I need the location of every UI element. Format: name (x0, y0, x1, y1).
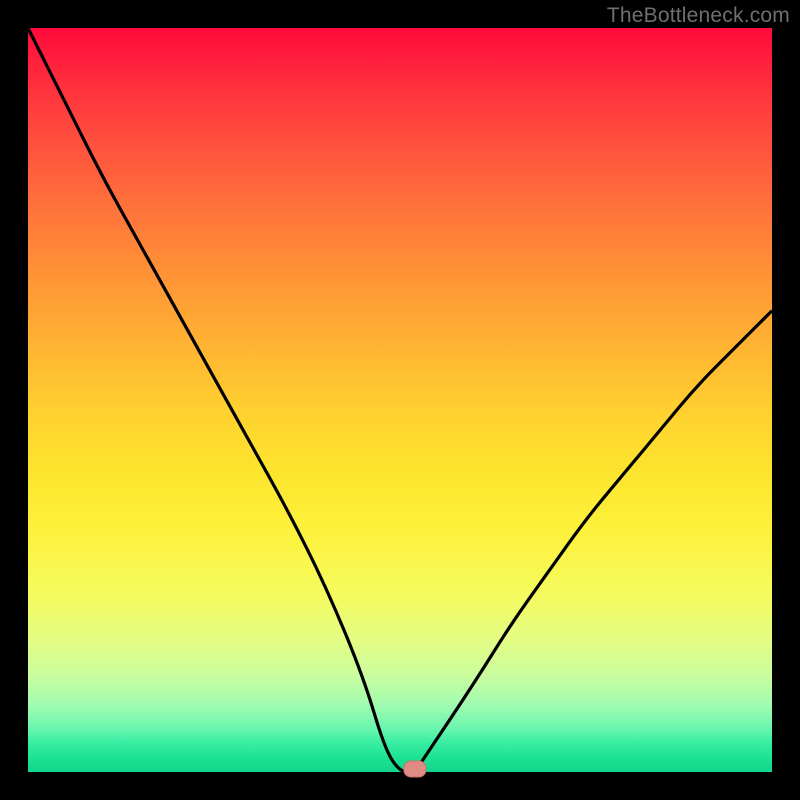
watermark-text: TheBottleneck.com (607, 4, 790, 28)
chart-frame: TheBottleneck.com (0, 0, 800, 800)
plot-area (28, 28, 772, 772)
optimum-marker (404, 761, 426, 777)
chart-svg (28, 28, 772, 772)
bottleneck-curve (28, 28, 772, 772)
